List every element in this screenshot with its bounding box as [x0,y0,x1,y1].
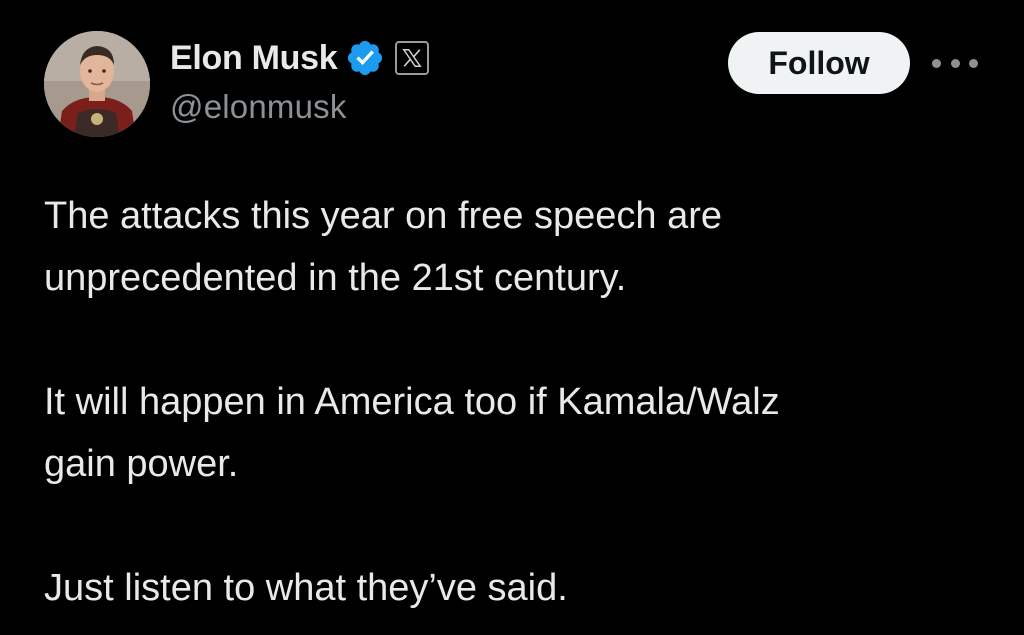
x-logo-icon[interactable] [395,41,430,75]
tweet-card: Elon Musk @elonmusk Follow The attacks t [0,0,1024,635]
more-options-icon[interactable] [932,50,978,76]
tweet-paragraph: Just listen to what they’ve said. [44,557,1004,619]
more-dot [932,58,941,68]
tweet-paragraph: It will happen in America too if Kamala/… [44,371,1004,495]
author-name-row: Elon Musk [170,36,430,80]
tweet-line: unprecedented in the 21st century. [44,257,627,299]
follow-button[interactable]: Follow [728,32,910,94]
avatar-photo [44,31,150,137]
tweet-paragraph: The attacks this year on free speech are… [44,185,1004,309]
tweet-line: It will happen in America too if Kamala/… [44,381,780,423]
tweet-line: The attacks this year on free speech are [44,195,723,237]
author-display-name[interactable]: Elon Musk [170,39,338,78]
author-handle[interactable]: @elonmusk [170,88,429,126]
tweet-line: Just listen to what they’ve said. [44,567,568,609]
tweet-line: gain power. [44,443,239,485]
more-dot [950,58,960,68]
tweet-text: The attacks this year on free speech are… [44,185,1004,619]
author-info: Elon Musk @elonmusk [170,36,430,126]
avatar[interactable] [44,31,150,137]
verified-badge-icon[interactable] [345,38,385,78]
more-dot [969,58,978,68]
